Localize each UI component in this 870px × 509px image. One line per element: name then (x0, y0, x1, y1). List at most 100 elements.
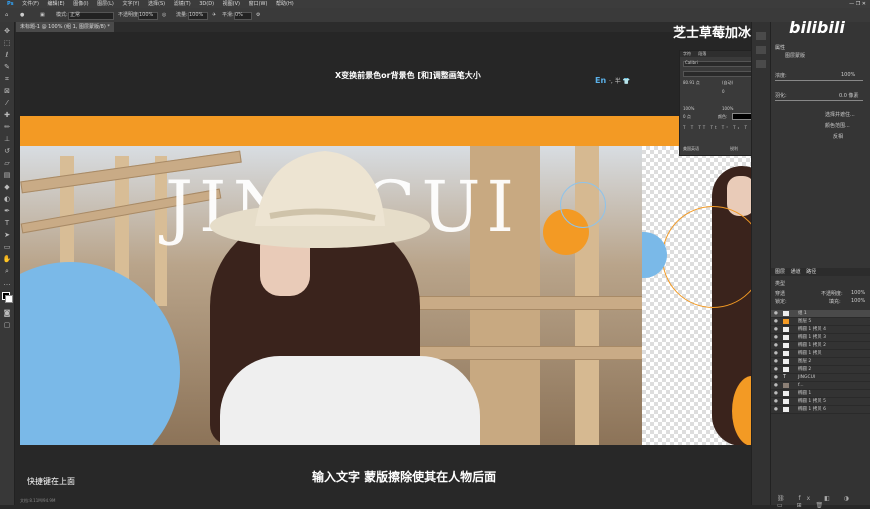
layer-row[interactable]: ● 椭圆 1 拷贝 3 (771, 334, 870, 342)
tab-paths[interactable]: 路径 (806, 269, 816, 275)
layer-row[interactable]: ● 椭圆 1 拷贝 4 (771, 326, 870, 334)
density-value[interactable]: 100% (841, 72, 855, 78)
brush-tool-icon[interactable]: ✏ (2, 122, 12, 132)
layer-row[interactable]: ● 椭圆 1 (771, 390, 870, 398)
visibility-eye-icon[interactable]: ● (774, 318, 778, 325)
home-icon[interactable]: ⌂ (5, 8, 8, 22)
visibility-eye-icon[interactable]: ● (774, 358, 778, 365)
layer-row[interactable]: ● 椭圆 1 拷贝 5 (771, 398, 870, 406)
lasso-tool-icon[interactable]: ℓ (2, 50, 12, 60)
visibility-eye-icon[interactable]: ● (774, 382, 778, 389)
layer-row[interactable]: ● 图层 5 (771, 318, 870, 326)
healing-tool-icon[interactable]: ✚ (2, 110, 12, 120)
feather-slider[interactable] (775, 100, 863, 101)
dodge-tool-icon[interactable]: ◐ (2, 194, 12, 204)
visibility-eye-icon[interactable]: ● (774, 334, 778, 341)
zoom-tool-icon[interactable]: ⌕ (2, 266, 12, 276)
layer-row[interactable]: ● 椭圆 1 拷贝 6 (771, 406, 870, 414)
text-style-buttons[interactable]: T T TT Tt T¹ T₁ T T (683, 125, 757, 130)
color-swatches-icon[interactable] (2, 292, 13, 303)
more-tools-icon[interactable]: … (2, 278, 12, 288)
path-select-tool-icon[interactable]: ➤ (2, 230, 12, 240)
visibility-eye-icon[interactable]: ● (774, 366, 778, 373)
font-style-select[interactable] (683, 71, 755, 77)
stamp-tool-icon[interactable]: ⊥ (2, 134, 12, 144)
invert-button[interactable]: 反相 (833, 133, 843, 140)
type-tool-icon[interactable]: T (2, 218, 12, 228)
brush-settings-icon[interactable]: ▣ (40, 8, 45, 22)
dock-paragraph-icon[interactable] (756, 60, 766, 68)
screen-mode-icon[interactable]: ▢ (2, 320, 12, 330)
layer-row[interactable]: ● 椭圆 1 拷贝 (771, 350, 870, 358)
canvas-area[interactable]: JINGCUI X变换前景色or背景色 [和]调整画笔大小 En ·, 半 👕 (20, 32, 751, 445)
dock-character-icon[interactable] (756, 46, 766, 54)
menu-select[interactable]: 选择(S) (148, 0, 165, 8)
layer-panel-footer-icons[interactable]: ⛓ fx ◧ ◑ ▭ ⊞ 🗑 (777, 495, 870, 509)
hand-tool-icon[interactable]: ✋ (2, 254, 12, 264)
menu-file[interactable]: 文件(F) (22, 0, 39, 8)
font-size-value[interactable]: 80.91 点 (683, 80, 700, 86)
pen-tool-icon[interactable]: ✒ (2, 206, 12, 216)
ps-logo-icon[interactable]: Ps (7, 0, 14, 8)
blur-tool-icon[interactable]: ◆ (2, 182, 12, 192)
tab-paragraph[interactable]: 段落 (698, 51, 706, 56)
tab-layers[interactable]: 图层 (775, 269, 785, 275)
visibility-eye-icon[interactable]: ● (774, 406, 778, 413)
eraser-tool-icon[interactable]: ▱ (2, 158, 12, 168)
quick-mask-icon[interactable]: ◙ (2, 308, 12, 318)
layer-row[interactable]: ● 椭圆 2 (771, 366, 870, 374)
frame-tool-icon[interactable]: ⊠ (2, 86, 12, 96)
tab-character[interactable]: 字符 (683, 51, 691, 56)
marquee-tool-icon[interactable]: ⬚ (2, 38, 12, 48)
menu-image[interactable]: 图像(I) (73, 0, 88, 8)
feather-value[interactable]: 0.0 像素 (839, 92, 859, 99)
eyedropper-tool-icon[interactable]: ⁄ (2, 98, 12, 108)
visibility-eye-icon[interactable]: ● (774, 398, 778, 405)
move-tool-icon[interactable]: ✥ (2, 26, 12, 36)
quick-select-tool-icon[interactable]: ✎ (2, 62, 12, 72)
visibility-eye-icon[interactable]: ● (774, 326, 778, 333)
visibility-eye-icon[interactable]: ● (774, 374, 778, 381)
select-and-mask-button[interactable]: 选择并遮住... (825, 111, 855, 118)
color-range-button[interactable]: 颜色范围... (825, 122, 850, 129)
visibility-eye-icon[interactable]: ● (774, 390, 778, 397)
tracking-value[interactable]: 0 (722, 89, 725, 94)
layer-row[interactable]: ● 椭圆 1 拷贝 2 (771, 342, 870, 350)
menu-layer[interactable]: 图层(L) (97, 0, 114, 8)
layer-row[interactable]: ● 组 1 (771, 310, 870, 318)
layer-opacity-value[interactable]: 100% (851, 290, 865, 296)
gradient-tool-icon[interactable]: ▤ (2, 170, 12, 180)
menu-type[interactable]: 文字(Y) (122, 0, 139, 8)
layer-row[interactable]: ● T JINGCUI (771, 374, 870, 382)
document-tab[interactable]: 未标题-1 @ 100% (组 1, 图层蒙版/8) * (16, 22, 114, 32)
dock-history-icon[interactable] (756, 32, 766, 40)
window-controls[interactable]: — ❐ ✕ (849, 0, 866, 8)
antialias-select[interactable]: 锐利 (730, 146, 738, 152)
history-brush-tool-icon[interactable]: ↺ (2, 146, 12, 156)
menu-3d[interactable]: 3D(D) (199, 0, 214, 8)
brush-preset-icon[interactable]: ● (20, 8, 24, 22)
menu-help[interactable]: 帮助(H) (276, 0, 294, 8)
visibility-eye-icon[interactable]: ● (774, 350, 778, 357)
menu-filter[interactable]: 滤镜(T) (174, 0, 191, 8)
fill-value[interactable]: 100% (851, 298, 865, 304)
menu-edit[interactable]: 编辑(E) (48, 0, 65, 8)
menu-window[interactable]: 窗口(W) (249, 0, 268, 8)
layer-row[interactable]: ● f... (771, 382, 870, 390)
layer-row[interactable]: ● 图层 2 (771, 358, 870, 366)
leading-value[interactable]: (自动) (722, 80, 733, 86)
smooth-settings-icon[interactable]: ⚙ (256, 8, 260, 22)
visibility-eye-icon[interactable]: ● (774, 310, 778, 317)
crop-tool-icon[interactable]: ⌗ (2, 74, 12, 84)
language-select[interactable]: 美国英语 (683, 146, 699, 152)
visibility-eye-icon[interactable]: ● (774, 342, 778, 349)
horizontal-scale-value[interactable]: 100% (722, 106, 733, 111)
blend-mode-select[interactable]: 穿透 (775, 290, 785, 297)
airbrush-icon[interactable]: ✈ (212, 8, 216, 22)
layer-filter-select[interactable]: 类型 (775, 280, 785, 287)
density-slider[interactable] (775, 80, 863, 81)
menu-view[interactable]: 视图(V) (223, 0, 240, 8)
vertical-scale-value[interactable]: 100% (683, 106, 694, 111)
baseline-value[interactable]: 0 点 (683, 114, 691, 120)
shape-tool-icon[interactable]: ▭ (2, 242, 12, 252)
